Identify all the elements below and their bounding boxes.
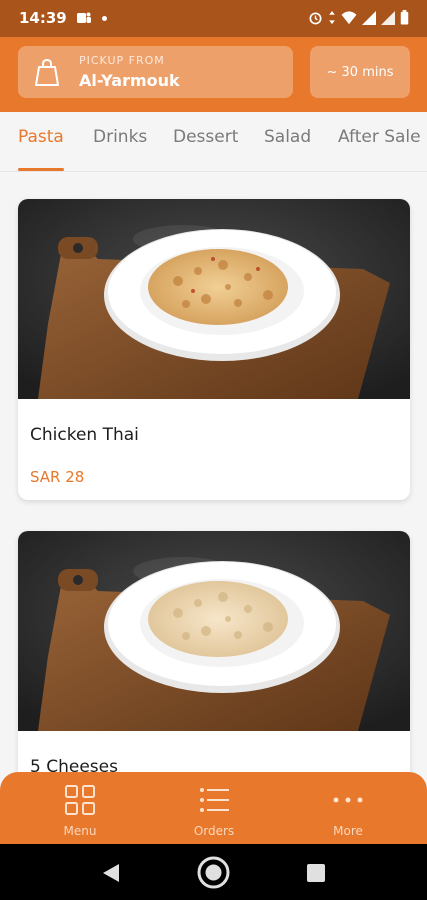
pickup-label: PICKUP FROM [79, 54, 165, 67]
nav-menu-label: Menu [63, 824, 97, 838]
menu-item-card[interactable]: 5 Cheeses [18, 531, 410, 791]
pasta-dish-image [18, 531, 410, 731]
eta-text: ~ 30 mins [326, 64, 394, 80]
category-tabs: Pasta Drinks Dessert Salad After Sale M [0, 112, 427, 172]
signal-icon [362, 10, 376, 25]
tab-after-sale[interactable]: After Sale M [338, 127, 427, 147]
wifi-icon [341, 11, 357, 25]
tabs-divider [0, 171, 427, 172]
home-icon[interactable] [197, 856, 230, 889]
nav-orders-label: Orders [193, 824, 235, 838]
pickup-location: Al-Yarmouk [79, 71, 180, 90]
nav-more-label: More [333, 824, 363, 838]
alarm-icon [309, 12, 322, 25]
status-system-icons [308, 10, 409, 25]
status-time: 14:39 [19, 9, 67, 27]
status-bar: 14:39 [0, 0, 427, 37]
shopping-bag-icon [35, 59, 59, 86]
tab-dessert[interactable]: Dessert [173, 127, 238, 147]
pickup-location-selector[interactable]: PICKUP FROM Al-Yarmouk [18, 46, 293, 98]
tab-salad[interactable]: Salad [264, 127, 311, 147]
tab-drinks[interactable]: Drinks [93, 127, 147, 147]
battery-icon [400, 10, 409, 25]
menu-item-price: SAR 28 [30, 468, 85, 486]
menu-item-card[interactable]: Chicken Thai SAR 28 [18, 199, 410, 500]
pasta-dish-image [18, 199, 410, 399]
nav-menu[interactable]: Menu [20, 772, 140, 844]
teams-icon [77, 12, 91, 23]
signal-2-icon [381, 10, 395, 25]
grid-icon [65, 785, 95, 815]
list-icon [200, 788, 229, 812]
nav-more[interactable]: More [288, 772, 408, 844]
tab-pasta[interactable]: Pasta [18, 127, 64, 147]
eta-badge[interactable]: ~ 30 mins [310, 46, 410, 98]
system-navigation-bar [0, 844, 427, 900]
notification-dot-icon [102, 15, 107, 21]
recents-icon[interactable] [307, 864, 325, 882]
status-notification-icons [76, 10, 107, 26]
menu-item-title: Chicken Thai [30, 425, 139, 445]
back-icon[interactable] [102, 863, 120, 883]
data-arrows-icon [329, 10, 335, 25]
more-dots-icon [333, 797, 363, 803]
app-header: PICKUP FROM Al-Yarmouk ~ 30 mins [0, 37, 427, 112]
bottom-navigation: Menu Orders More [0, 772, 427, 844]
nav-orders[interactable]: Orders [154, 772, 274, 844]
